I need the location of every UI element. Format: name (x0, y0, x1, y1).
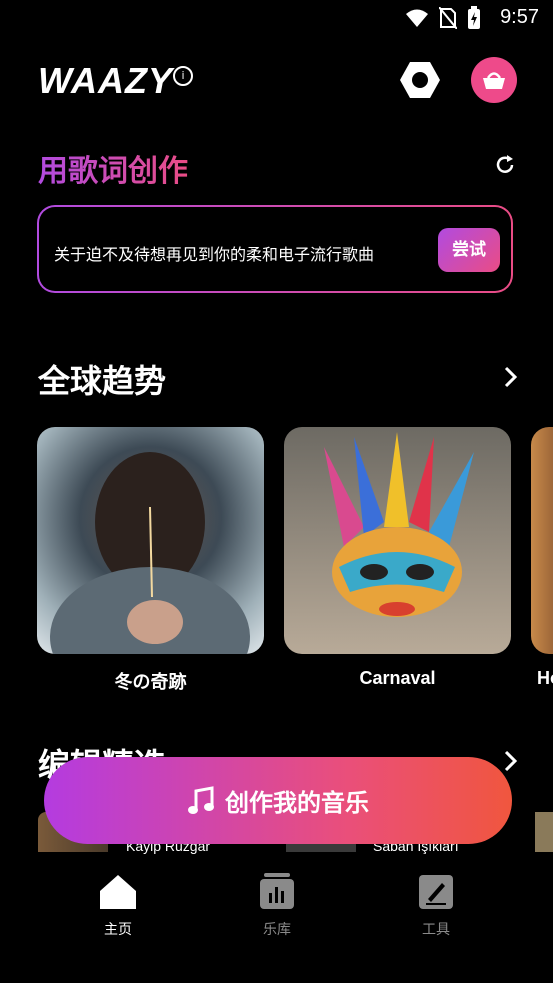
status-bar: 9:57 (0, 0, 553, 40)
nav-home[interactable]: 主页 (78, 873, 158, 939)
editor-pick-thumbnail[interactable] (535, 812, 553, 852)
trending-more-chevron-icon[interactable] (503, 366, 519, 388)
trending-card-title: Carnaval (359, 668, 436, 688)
nav-tools[interactable]: 工具 (396, 873, 476, 939)
trending-card-image[interactable] (37, 427, 264, 654)
tools-edit-icon (419, 875, 453, 909)
trending-card-image[interactable] (531, 427, 553, 654)
create-music-button[interactable]: 创作我的音乐 (44, 757, 512, 844)
trending-card-image[interactable] (284, 427, 511, 654)
battery-charging-icon (468, 6, 480, 29)
basket-icon (483, 72, 505, 89)
try-button[interactable]: 尝试 (438, 228, 500, 272)
trending-card-title: Ho (537, 668, 553, 688)
library-icon (260, 873, 294, 909)
refresh-icon[interactable] (494, 154, 516, 176)
trending-title: 全球趋势 (38, 362, 167, 400)
wifi-icon (406, 9, 428, 27)
trending-card-title: 冬の奇跡 (114, 672, 187, 692)
shop-basket-button[interactable] (471, 57, 517, 103)
lyrics-prompt-text: 关于迫不及待想再见到你的柔和电子流行歌曲 (54, 245, 375, 264)
bottom-nav: 主页 乐库 工具 (0, 855, 553, 983)
nav-tools-label: 工具 (422, 922, 450, 938)
home-icon (100, 875, 136, 909)
nav-library-label: 乐库 (263, 922, 291, 938)
lyrics-section-title: 用歌词创作 (38, 146, 188, 190)
app-logo: WAAZY (38, 60, 173, 101)
nav-library[interactable]: 乐库 (237, 873, 317, 939)
music-note-icon (188, 785, 214, 814)
settings-gear-icon[interactable] (399, 59, 441, 101)
no-sim-icon (439, 7, 457, 29)
status-icons (405, 6, 481, 30)
editor-picks-more-chevron-icon[interactable] (503, 750, 519, 772)
info-icon[interactable]: i (173, 66, 193, 86)
status-time: 9:57 (500, 6, 539, 28)
create-music-label: 创作我的音乐 (225, 789, 369, 817)
nav-home-label: 主页 (104, 922, 132, 938)
